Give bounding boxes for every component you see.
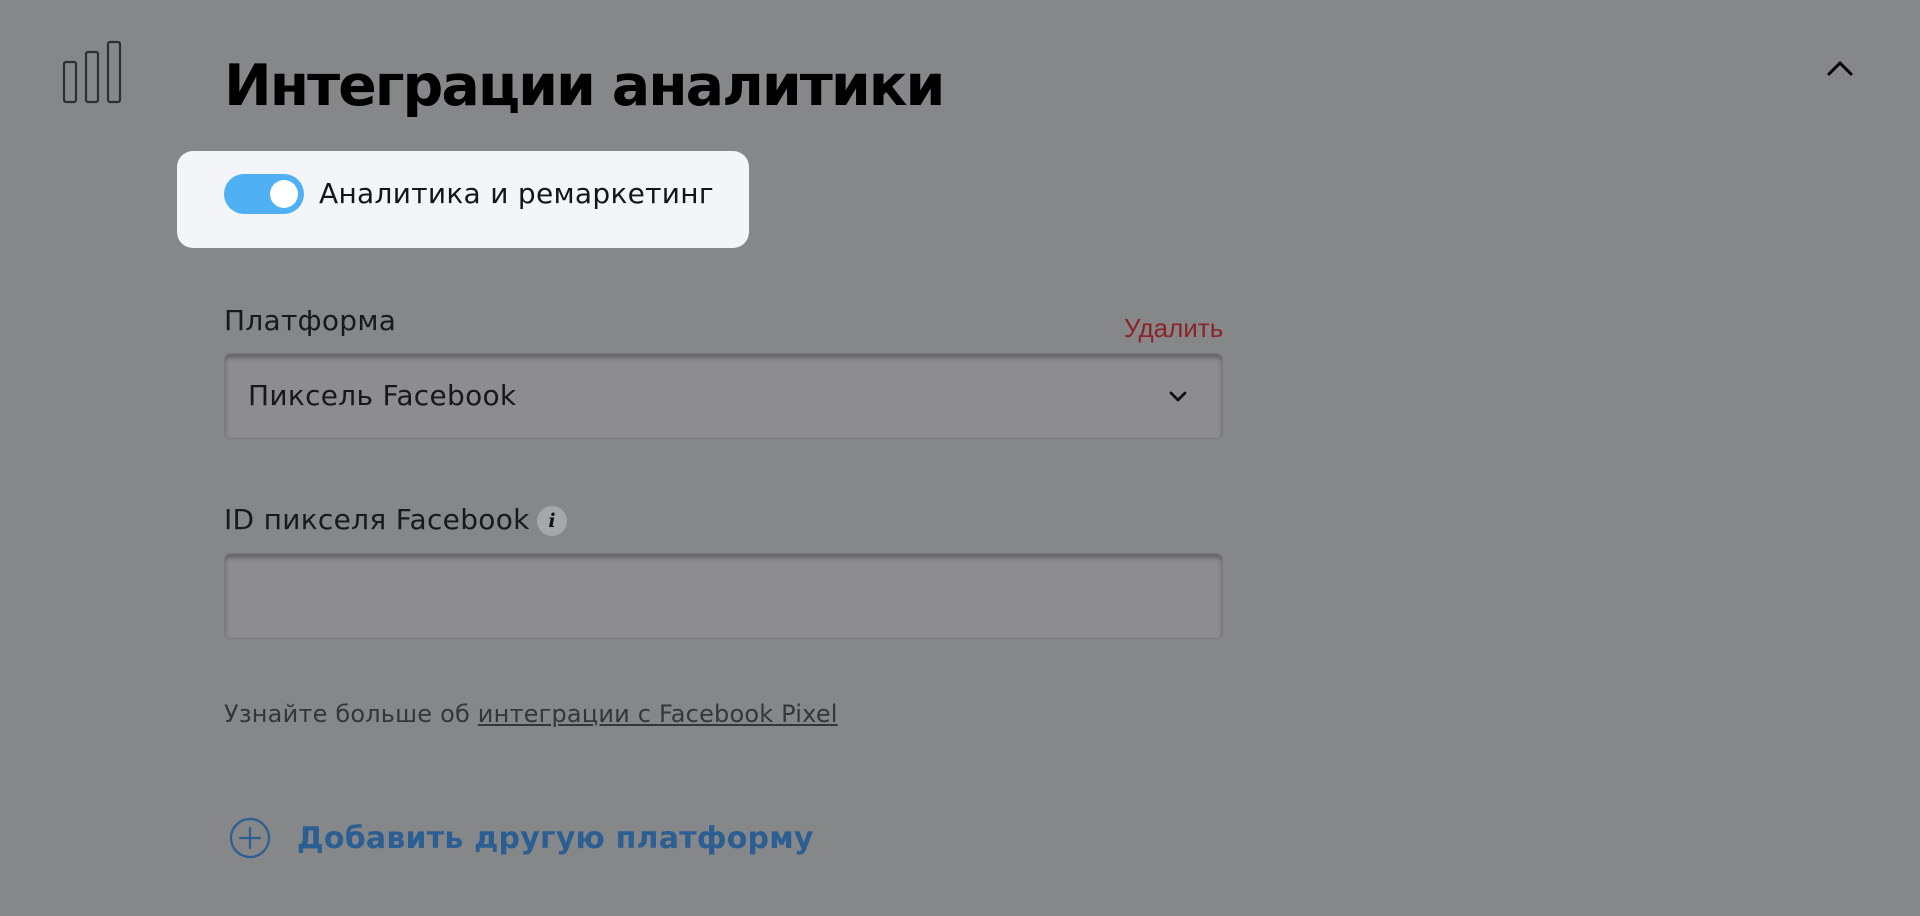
- platform-select-value: Пиксель Facebook: [248, 379, 517, 412]
- add-platform-button[interactable]: Добавить другую платформу: [229, 815, 814, 861]
- page-title: Интеграции аналитики: [224, 53, 945, 119]
- analytics-toggle-card: Аналитика и ремаркетинг: [177, 151, 749, 248]
- platform-label: Платформа: [224, 304, 397, 337]
- info-icon[interactable]: i: [537, 506, 567, 536]
- pixel-id-input[interactable]: [224, 553, 1223, 639]
- help-text-prefix: Узнайте больше об: [224, 700, 478, 728]
- analytics-remarketing-label: Аналитика и ремаркетинг: [319, 177, 714, 210]
- facebook-pixel-integration-link[interactable]: интеграции с Facebook Pixel: [478, 700, 838, 728]
- collapse-section-button[interactable]: [1820, 50, 1860, 86]
- chevron-up-icon: [1827, 61, 1853, 76]
- analytics-remarketing-toggle[interactable]: [224, 174, 304, 214]
- plus-circle-icon: [229, 817, 271, 859]
- chevron-down-icon: [1169, 391, 1187, 402]
- bar-chart-icon: [62, 40, 122, 104]
- delete-platform-link[interactable]: Удалить: [1124, 310, 1223, 346]
- pixel-id-label: ID пикселя Facebook: [224, 503, 530, 536]
- help-text: Узнайте больше об интеграции с Facebook …: [224, 698, 838, 730]
- add-platform-label: Добавить другую платформу: [297, 820, 814, 856]
- toggle-knob: [270, 180, 298, 208]
- platform-select[interactable]: Пиксель Facebook: [224, 353, 1223, 439]
